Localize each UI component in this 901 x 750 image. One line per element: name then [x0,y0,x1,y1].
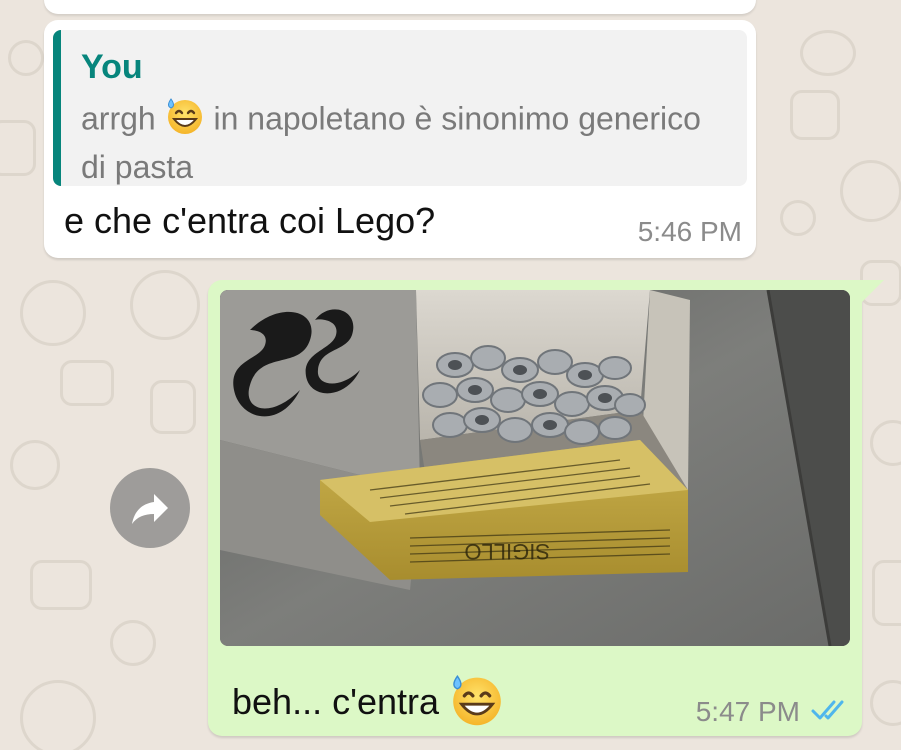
photo-box-of-grey-pasta[interactable]: SIGILLO [220,290,850,646]
quote-accent-bar [53,30,61,186]
outgoing-message-time: 5:47 PM [695,696,800,727]
incoming-message-bubble[interactable]: You arrgh in napoletano è sinonimo gener… [44,20,756,258]
double-check-icon [810,696,850,724]
forward-button[interactable] [110,468,190,548]
grinning-face-with-sweat-icon [165,96,205,146]
svg-text:SIGILLO: SIGILLO [464,539,550,564]
quote-text-start: arrgh [81,100,165,137]
outgoing-message-text-label: beh... c'entra [232,681,439,723]
quote-author: You [81,48,143,86]
grinning-face-with-sweat-icon [449,672,505,737]
incoming-message-text: e che c'entra coi Lego? [64,200,436,241]
quote-text: arrgh in napoletano è sinonimo generico … [81,96,731,186]
outgoing-message-bubble[interactable]: SIGILLO beh... c'entra 5:47 PM [208,280,884,737]
quoted-reply[interactable]: You arrgh in napoletano è sinonimo gener… [53,30,747,186]
outgoing-message-text: beh... c'entra [232,672,505,737]
forward-arrow-icon [132,494,168,524]
incoming-message-time: 5:46 PM [637,216,742,247]
previous-message-bubble [44,0,756,14]
